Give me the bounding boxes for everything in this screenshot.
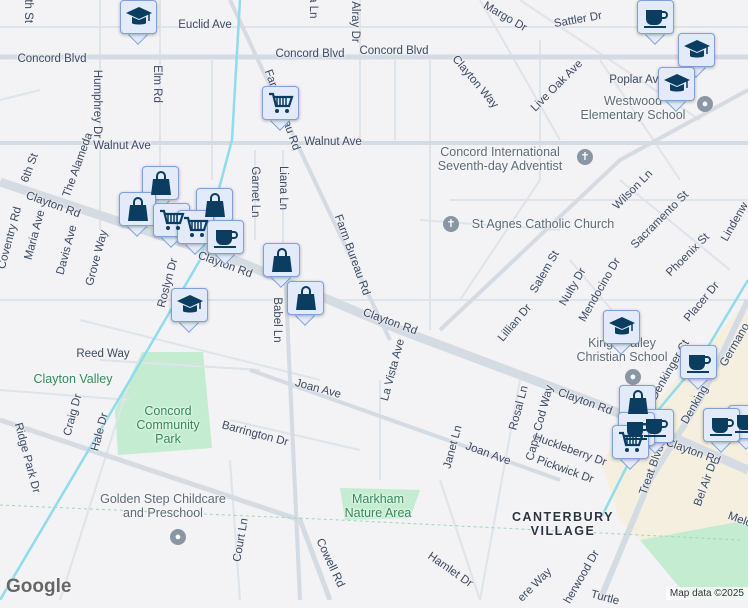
- street-label: Liana Ln: [277, 166, 289, 210]
- street-label: Garnet Ln: [249, 166, 261, 217]
- school-icon: ●: [170, 529, 186, 545]
- street-label: Concord Blvd: [275, 48, 344, 60]
- coffee-icon: [708, 412, 736, 438]
- cafe-marker[interactable]: [680, 345, 717, 389]
- school-marker[interactable]: [603, 310, 640, 354]
- cart-icon: [267, 90, 295, 116]
- church-icon: ✝: [443, 216, 459, 232]
- poi-line: VILLAGE: [512, 524, 614, 538]
- school-icon: [125, 4, 153, 30]
- poi-line: Community: [136, 418, 199, 432]
- poi-line: Seventh-day Adventist: [438, 159, 562, 173]
- google-logo: Google: [6, 576, 71, 598]
- shopping-marker[interactable]: [119, 192, 156, 236]
- street-label: la Ln: [307, 0, 319, 18]
- poi-line: and Preschool: [100, 506, 226, 520]
- church-icon: ✝: [577, 149, 593, 165]
- street-label: Elm Rd: [151, 65, 163, 103]
- cafe-marker[interactable]: [637, 0, 674, 44]
- bag-icon: [624, 389, 652, 415]
- street-label: Humphrey Dr: [91, 70, 103, 138]
- coffee-icon: [212, 224, 240, 250]
- street-label: Reed Way: [76, 348, 129, 360]
- bag-icon: [147, 170, 175, 196]
- school-marker[interactable]: [658, 67, 695, 111]
- street-label: Concord Blvd: [359, 45, 428, 57]
- school-icon: ●: [625, 369, 641, 385]
- street-label: 6th St: [22, 0, 34, 23]
- poi-line: Nature Area: [345, 506, 412, 520]
- street-label: Concord Blvd: [17, 53, 86, 65]
- st-agnes-label[interactable]: St Agnes Catholic Church: [472, 217, 614, 231]
- school-icon: [176, 292, 204, 318]
- school-marker[interactable]: [171, 288, 208, 332]
- coffee-icon: [685, 349, 713, 375]
- cart-icon: [617, 429, 645, 455]
- street-label: Euclid Ave: [178, 19, 232, 31]
- cart-icon: [182, 214, 210, 240]
- coffee-icon: [642, 4, 670, 30]
- canterbury-village-label: CANTERBURYVILLAGE: [512, 510, 614, 538]
- street-label: Alray Dr: [349, 1, 361, 43]
- shopping-marker[interactable]: [287, 281, 324, 325]
- cafe-marker[interactable]: [703, 408, 740, 452]
- adventist-label[interactable]: Concord InternationalSeventh-day Adventi…: [438, 145, 562, 173]
- street-label: Walnut Ave: [93, 140, 151, 152]
- bag-icon: [268, 247, 296, 273]
- school-marker[interactable]: [120, 0, 157, 44]
- poi-line: CANTERBURY: [512, 510, 614, 524]
- poi-line: Park: [136, 432, 199, 446]
- poi-line: Markham: [345, 492, 412, 506]
- clayton-valley-label[interactable]: Clayton Valley: [34, 372, 113, 386]
- school-icon: [683, 37, 711, 63]
- cafe-marker[interactable]: [207, 220, 244, 264]
- school-icon: ●: [697, 96, 713, 112]
- street-label: Walnut Ave: [304, 136, 362, 148]
- bag-icon: [124, 196, 152, 222]
- poi-line: Concord International: [438, 145, 562, 159]
- markham-label[interactable]: MarkhamNature Area: [345, 492, 412, 520]
- school-icon: [608, 314, 636, 340]
- school-icon: [663, 71, 691, 97]
- golden-step-label[interactable]: Golden Step Childcareand Preschool: [100, 492, 226, 520]
- grocery-marker[interactable]: [612, 425, 649, 469]
- bag-icon: [292, 285, 320, 311]
- street-label: Babel Ln: [271, 297, 283, 342]
- poi-line: Golden Step Childcare: [100, 492, 226, 506]
- map-attribution[interactable]: Map data ©2025: [666, 587, 748, 600]
- street-label: Poplar Ave: [609, 74, 664, 86]
- community-park-label[interactable]: ConcordCommunityPark: [136, 404, 199, 446]
- grocery-marker[interactable]: [262, 86, 299, 130]
- poi-line: Concord: [136, 404, 199, 418]
